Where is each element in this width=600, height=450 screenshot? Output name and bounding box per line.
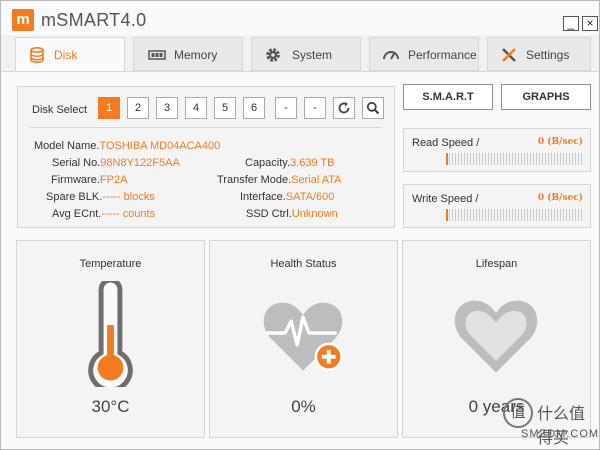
temperature-title: Temperature: [79, 258, 142, 270]
firmware-row: Firmware.FP2A: [51, 174, 127, 186]
watermark-text: 什么值得买: [537, 404, 586, 447]
tab-memory-label: Memory: [174, 48, 218, 62]
tab-disk-label: Disk: [54, 48, 78, 62]
spare-value: ----- blocks: [102, 191, 155, 203]
write-speed-meter: [446, 209, 584, 221]
serial-row: Serial No.98N8Y122F5AA: [52, 157, 180, 169]
model-row: Model Name.TOSHIBA MD04ACA400: [34, 140, 220, 152]
disk-button-4[interactable]: 4: [185, 97, 207, 119]
health-value: 0%: [291, 397, 316, 416]
disk-button-2[interactable]: 2: [127, 97, 149, 119]
transfer-value: Serial ATA: [291, 174, 342, 186]
disk-button-7[interactable]: -: [275, 97, 297, 119]
watermark-sub: SMZDM.COM: [521, 428, 600, 440]
watermark: 值 什么值得买 SMZDM.COM: [501, 395, 599, 449]
firmware-label: Firmware.: [51, 174, 100, 186]
heart-pulse-icon: [263, 302, 343, 371]
heart-icon: [454, 300, 538, 373]
serial-value: 98N8Y122F5AA: [100, 157, 180, 169]
model-value: TOSHIBA MD04ACA400: [99, 140, 221, 152]
graphs-button[interactable]: GRAPHS: [501, 84, 591, 110]
disk-info-panel: Disk Select 1 2 3 4 5 6 - - Model Name.T…: [17, 86, 395, 228]
health-title: Health Status: [270, 258, 337, 270]
tab-system-label: System: [292, 48, 333, 62]
thermometer-icon: [88, 281, 133, 387]
capacity-label: Capacity.: [245, 157, 291, 169]
tab-disk[interactable]: Disk: [15, 37, 125, 73]
ssd-row: SSD Ctrl.Unknown: [246, 208, 338, 220]
write-speed-label: Write Speed /: [412, 193, 479, 205]
disk-button-8[interactable]: -: [304, 97, 326, 119]
disk-select-label: Disk Select: [32, 104, 88, 116]
tools-icon: [502, 48, 516, 62]
transfer-label: Transfer Mode.: [217, 174, 292, 186]
tab-settings-label: Settings: [526, 48, 570, 62]
write-speed-indicator: [446, 209, 448, 221]
avg-value: ----- counts: [101, 208, 156, 220]
app-title: mSMART4.0: [41, 10, 147, 30]
disk-button-1[interactable]: 1: [98, 97, 120, 119]
spare-label: Spare BLK.: [46, 191, 103, 203]
lifespan-title: Lifespan: [475, 258, 518, 270]
interface-row: Interface.SATA/600: [240, 191, 334, 203]
health-panel: Health Status 0%: [209, 240, 398, 438]
write-speed-value: 0 (B/sec): [537, 193, 583, 203]
ssd-label: SSD Ctrl.: [246, 208, 292, 220]
close-button[interactable]: ×: [582, 16, 598, 31]
minimize-button[interactable]: _: [563, 16, 579, 31]
capacity-value: 3.639 TB: [290, 157, 335, 169]
interface-label: Interface.: [240, 191, 286, 203]
gauge-icon: [383, 51, 399, 60]
disk-button-3[interactable]: 3: [156, 97, 178, 119]
disk-button-5[interactable]: 5: [214, 97, 236, 119]
gear-icon: [266, 48, 280, 62]
model-label: Model Name.: [34, 140, 100, 152]
temperature-panel: Temperature 30°C: [16, 240, 205, 438]
ssd-value: Unknown: [291, 208, 338, 220]
tab-system[interactable]: System: [251, 37, 361, 71]
memory-icon: [148, 50, 166, 60]
transfer-row: Transfer Mode.Serial ATA: [217, 174, 342, 186]
read-speed-indicator: [446, 153, 448, 165]
tab-performance[interactable]: Performance: [369, 37, 479, 71]
temperature-value: 30°C: [91, 397, 130, 416]
search-icon: [366, 101, 380, 115]
disk-button-6[interactable]: 6: [243, 97, 265, 119]
smart-button[interactable]: S.M.A.R.T: [403, 84, 493, 110]
disk-content: Disk Select 1 2 3 4 5 6 - - Model Name.T…: [1, 71, 599, 449]
firmware-value: FP2A: [99, 174, 128, 186]
title-bar: m mSMART4.0 _ ×: [1, 1, 599, 35]
write-speed-panel: Write Speed / 0 (B/sec): [403, 184, 591, 228]
avg-label: Avg ECnt.: [52, 208, 102, 220]
capacity-row: Capacity.3.639 TB: [245, 157, 335, 169]
database-icon: [30, 46, 44, 64]
watermark-logo-icon: 值: [503, 398, 533, 428]
tab-performance-label: Performance: [408, 48, 477, 62]
interface-value: SATA/600: [285, 191, 335, 203]
tab-memory[interactable]: Memory: [133, 37, 243, 71]
app-window: m mSMART4.0 _ × Disk Memory System Perfo…: [0, 0, 600, 450]
serial-label: Serial No.: [52, 157, 101, 169]
read-speed-meter: [446, 153, 584, 165]
tab-bar: Disk Memory System Performance Settings: [1, 37, 600, 73]
tab-settings[interactable]: Settings: [487, 37, 591, 71]
spare-row: Spare BLK.----- blocks: [46, 191, 155, 203]
read-speed-panel: Read Speed / 0 (B/sec): [403, 128, 591, 172]
app-logo-icon: m: [12, 9, 34, 31]
search-button[interactable]: [362, 97, 384, 119]
refresh-button[interactable]: [333, 97, 355, 119]
avg-row: Avg ECnt.----- counts: [52, 208, 155, 220]
divider: [30, 127, 382, 128]
read-speed-value: 0 (B/sec): [537, 137, 583, 147]
refresh-icon: [338, 102, 350, 114]
read-speed-label: Read Speed /: [412, 137, 480, 149]
